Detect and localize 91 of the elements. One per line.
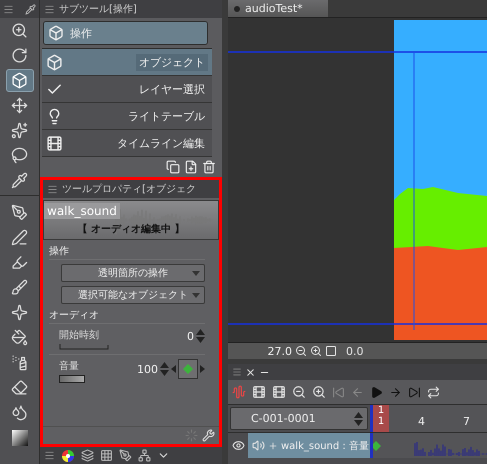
diamond-icon <box>183 364 193 374</box>
play-icon[interactable] <box>370 386 383 398</box>
sparkle-icon <box>11 304 28 321</box>
field-value: 0 <box>187 330 194 342</box>
document-tab[interactable]: audioTest* <box>228 0 328 17</box>
menu-icon[interactable] <box>3 4 14 14</box>
cube-icon <box>48 25 64 41</box>
last-frame-icon[interactable] <box>408 386 421 398</box>
spinner-arrows-icon[interactable] <box>160 361 169 377</box>
film-icon[interactable] <box>252 385 266 399</box>
dot-icon <box>234 6 240 12</box>
timeline-select[interactable]: C-001-0001 <box>230 407 368 430</box>
sub-tool-item[interactable]: レイヤー選択 <box>42 76 212 103</box>
layers-icon[interactable] <box>81 449 94 462</box>
color-wheel-icon[interactable] <box>61 448 75 462</box>
frame-number: 4 <box>418 415 425 428</box>
keyframe-button[interactable] <box>178 359 198 379</box>
frame-number: 1 <box>378 416 384 427</box>
cube-icon <box>11 72 28 89</box>
field-label: 音量 <box>59 360 80 373</box>
left-arrow-icon[interactable] <box>171 365 176 373</box>
menu-icon[interactable] <box>44 450 55 461</box>
keyframe-icon <box>373 441 381 451</box>
zoom-in-icon[interactable] <box>312 385 326 399</box>
next-frame-icon[interactable] <box>389 386 402 398</box>
field-label: 開始時刻 <box>59 328 100 342</box>
caret-icon <box>192 292 200 298</box>
frame-number: 7 <box>463 415 470 428</box>
zoom-in-icon[interactable] <box>310 345 322 357</box>
cube-tool-button[interactable] <box>6 69 34 92</box>
menu-icon[interactable] <box>47 184 58 194</box>
wrench-icon[interactable] <box>202 429 215 442</box>
eye-icon[interactable] <box>232 439 244 452</box>
dropdown[interactable]: 透明箇所の操作 <box>61 264 205 282</box>
paint-bucket-icon <box>11 329 28 346</box>
panel-title: サブツール[操作] <box>59 2 137 16</box>
spinner-arrows-icon[interactable] <box>196 328 205 344</box>
brush-icon <box>11 279 28 296</box>
sub-tool-item[interactable]: タイムライン編集 <box>42 130 212 157</box>
cube-icon <box>46 54 63 70</box>
tab-label: audioTest* <box>245 2 303 15</box>
eyedropper-icon <box>11 172 28 189</box>
copy-icon[interactable] <box>166 160 180 174</box>
marker-icon <box>11 254 28 271</box>
move-icon <box>11 97 28 114</box>
sparkle-icon <box>11 122 28 139</box>
field-value: 100 <box>137 362 158 376</box>
loop-icon[interactable] <box>427 386 440 398</box>
network-icon[interactable] <box>138 449 151 462</box>
grid-icon[interactable] <box>100 449 113 462</box>
spray-can-icon <box>11 354 28 371</box>
gradient-icon <box>12 430 28 446</box>
section-title: オーディオ <box>49 308 205 324</box>
loader-icon <box>185 429 198 442</box>
tool-group-button[interactable]: 操作 <box>43 21 208 45</box>
menu-icon[interactable] <box>232 367 242 377</box>
pen-nib-icon[interactable] <box>119 449 132 462</box>
volume-bar[interactable] <box>59 375 85 383</box>
new-page-icon[interactable] <box>184 160 198 174</box>
caret-icon <box>192 270 200 276</box>
magnifier-icon <box>11 22 28 39</box>
audio-name: walk_sound <box>44 203 120 219</box>
pen-icon <box>11 229 28 246</box>
pen-nib-icon <box>11 204 28 221</box>
zoom-value: 27.0 <box>266 344 292 358</box>
menu-icon[interactable] <box>44 4 55 14</box>
track-label: walk_sound : 音量 <box>281 440 369 452</box>
slider-track[interactable] <box>59 344 109 350</box>
fit-icon[interactable] <box>325 345 337 357</box>
dropdown[interactable]: 選択可能なオブジェクト <box>61 286 205 304</box>
eraser-icon <box>11 379 28 396</box>
section-title: 操作 <box>49 244 205 260</box>
angle-value: 0.0 <box>346 344 364 358</box>
right-arrow-icon[interactable] <box>200 365 205 373</box>
trash-icon[interactable] <box>202 160 216 174</box>
sub-tool-item[interactable]: ライトテーブル <box>42 103 212 130</box>
speaker-icon <box>252 439 265 452</box>
lasso-icon <box>11 147 28 164</box>
zoom-out-icon[interactable] <box>292 385 306 399</box>
close-icon[interactable] <box>245 366 256 378</box>
rotate-icon <box>11 47 28 64</box>
droplets-icon <box>11 404 28 421</box>
zoom-out-icon[interactable] <box>295 345 307 357</box>
track-header[interactable]: walk_sound : 音量 <box>248 433 370 458</box>
status-text: 【 オーディオ編集中 】 <box>76 222 186 236</box>
panel-title: ツールプロパティ[オブジェク <box>62 182 196 196</box>
spinner-arrows-icon[interactable] <box>354 410 363 426</box>
frame-number: 1 <box>378 405 384 416</box>
film-icon[interactable] <box>272 385 286 399</box>
sub-tool-item[interactable]: オブジェクト <box>42 49 212 76</box>
film-icon <box>46 134 63 152</box>
